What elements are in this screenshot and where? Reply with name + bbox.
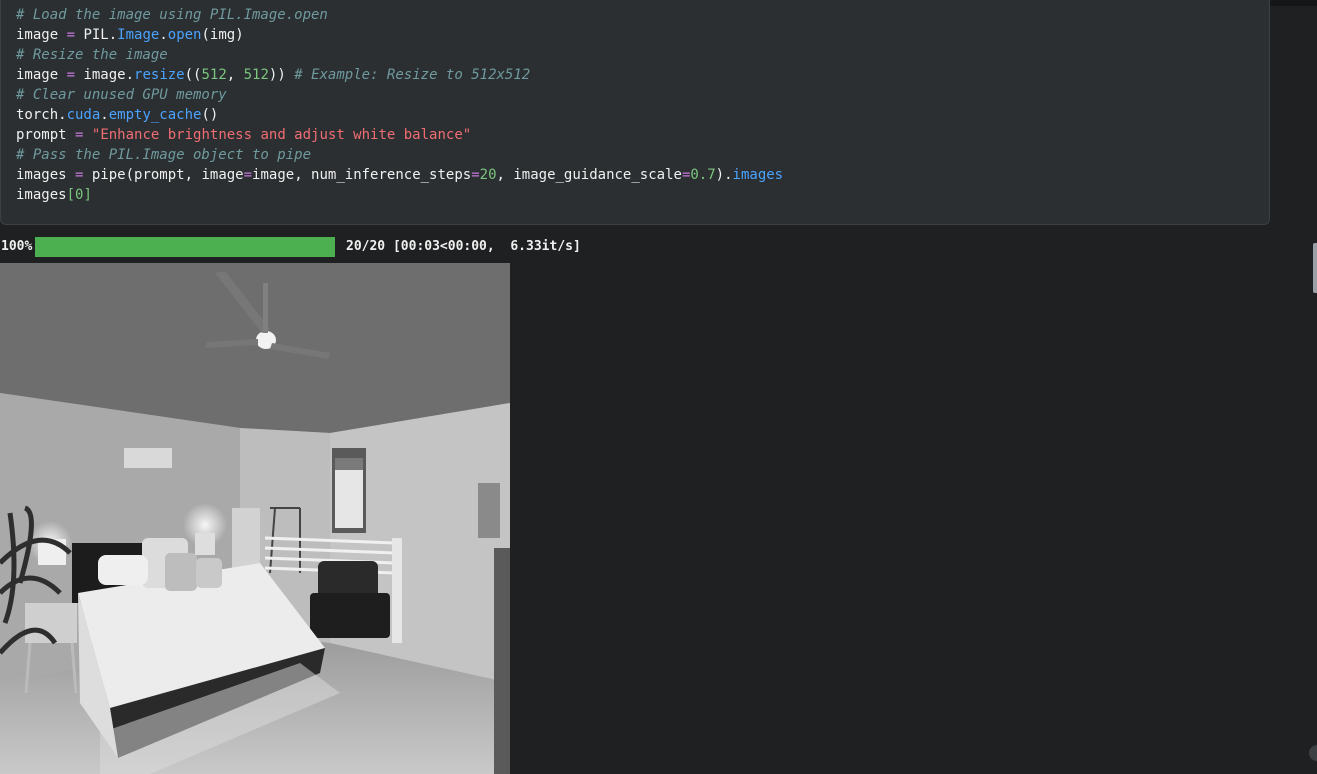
progress-stats: 20/20 [00:03<00:00, 6.33it/s] [346, 239, 581, 254]
code-token: # Pass the PIL.Image object to pipe [16, 147, 312, 163]
code-token: ). [715, 167, 733, 183]
code-cell[interactable]: # Load the image using PIL.Image.open ima… [0, 0, 1270, 225]
code-line[interactable]: # Clear unused GPU memory [16, 85, 783, 105]
code-token: prompt [16, 127, 76, 143]
code-token: PIL. [75, 27, 118, 43]
code-token: (( [184, 67, 202, 83]
ac-unit [124, 448, 172, 468]
code-line[interactable]: images = pipe(prompt, image=image, num_i… [16, 165, 783, 185]
code-token: # Clear unused GPU memory [16, 87, 227, 103]
code-token: . [100, 107, 109, 123]
window [332, 448, 366, 533]
code-token: image. [75, 67, 135, 83]
code-line[interactable]: prompt = "Enhance brightness and adjust … [16, 125, 783, 145]
code-token: # Load the image using PIL.Image.open [16, 7, 328, 23]
code-token: = [471, 167, 480, 183]
code-editor[interactable]: # Load the image using PIL.Image.open ima… [16, 5, 783, 205]
wall-art [478, 483, 500, 538]
code-token: # Resize the image [16, 47, 168, 63]
code-token: , image_guidance_scale [496, 167, 682, 183]
code-token: empty_cache [108, 107, 202, 123]
code-token: , [226, 67, 244, 83]
code-token: image [16, 67, 67, 83]
bedroom-photo [0, 263, 510, 774]
code-token: pipe(prompt, image [83, 167, 244, 183]
code-token: 512 [243, 67, 269, 83]
code-token: images [16, 187, 67, 203]
code-token: () [201, 107, 219, 123]
code-token: image, num_inference_steps [252, 167, 472, 183]
code-token: . [159, 27, 168, 43]
progress-bar-fill [35, 237, 335, 257]
code-token: ] [83, 187, 92, 203]
code-token: 0.7 [690, 167, 716, 183]
code-token: "Enhance brightness and adjust white bal… [91, 127, 472, 143]
code-token: cuda [66, 107, 101, 123]
code-line[interactable]: # Resize the image [16, 45, 783, 65]
code-token: images [732, 167, 784, 183]
armchair [310, 561, 390, 638]
code-line[interactable]: images[0] [16, 185, 783, 205]
code-token: )) [268, 67, 295, 83]
progress-bar [35, 237, 335, 257]
code-line[interactable]: # Load the image using PIL.Image.open [16, 5, 783, 25]
code-token: = [66, 67, 76, 83]
code-token: = [66, 27, 76, 43]
code-token: open [167, 27, 202, 43]
dresser [232, 508, 260, 573]
code-token: images [16, 167, 76, 183]
output-image [0, 263, 510, 774]
code-line[interactable]: image = image.resize((512, 512)) # Examp… [16, 65, 783, 85]
scrollbar-thumb[interactable] [1313, 243, 1317, 293]
corner-indicator [1309, 745, 1317, 761]
code-token: # Example: Resize to 512x512 [294, 67, 531, 83]
code-token: torch. [16, 107, 67, 123]
code-token: 20 [479, 167, 497, 183]
code-token: (img) [201, 27, 244, 43]
code-token: 512 [201, 67, 227, 83]
code-line[interactable]: image = PIL.Image.open(img) [16, 25, 783, 45]
code-line[interactable]: # Pass the PIL.Image object to pipe [16, 145, 783, 165]
code-token: [ [66, 187, 76, 203]
code-token: Image [117, 27, 160, 43]
code-token: resize [134, 67, 185, 83]
progress-output: 100% 20/20 [00:03<00:00, 6.33it/s] [0, 236, 700, 258]
code-line[interactable]: torch.cuda.empty_cache() [16, 105, 783, 125]
code-token: image [16, 27, 67, 43]
progress-percent: 100% [1, 239, 33, 254]
code-token: = [243, 167, 253, 183]
